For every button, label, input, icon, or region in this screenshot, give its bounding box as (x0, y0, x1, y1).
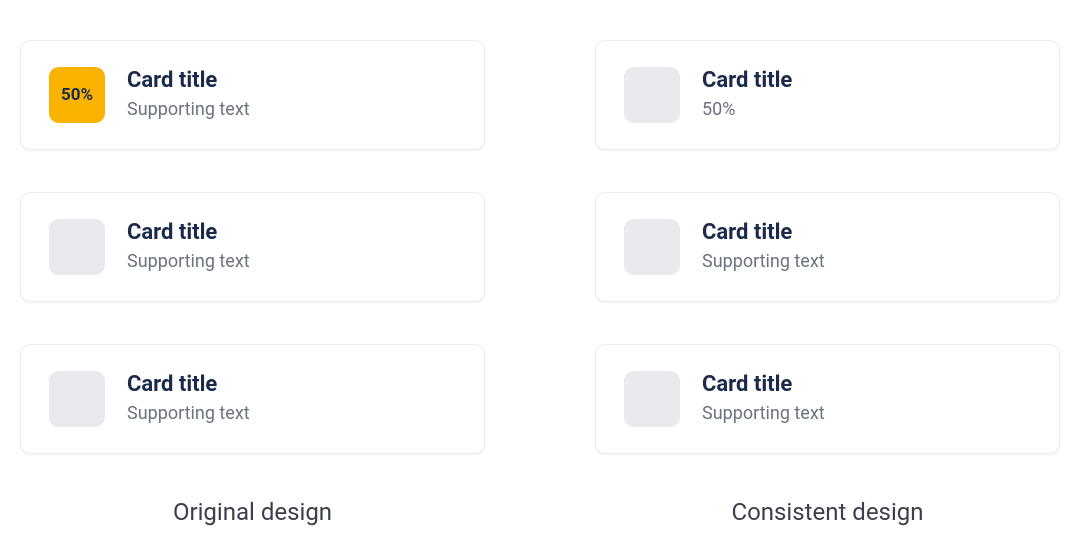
card-title: Card title (127, 69, 250, 93)
card-subtitle: Supporting text (127, 251, 250, 273)
card-text: Card title Supporting text (702, 221, 825, 273)
card-placeholder-icon (624, 219, 680, 275)
card-text: Card title Supporting text (127, 69, 250, 121)
card-subtitle: Supporting text (127, 403, 250, 425)
card-text: Card title 50% (702, 69, 792, 121)
card-subtitle: Supporting text (702, 403, 825, 425)
consistent-design-column: Card title 50% Card title Supporting tex… (595, 40, 1060, 526)
card-original-3[interactable]: Card title Supporting text (20, 344, 485, 454)
original-design-label: Original design (20, 498, 485, 526)
consistent-design-label: Consistent design (595, 498, 1060, 526)
original-design-column: 50% Card title Supporting text Card titl… (20, 40, 485, 526)
card-placeholder-icon (49, 371, 105, 427)
card-consistent-1[interactable]: Card title 50% (595, 40, 1060, 150)
card-consistent-2[interactable]: Card title Supporting text (595, 192, 1060, 302)
card-title: Card title (702, 373, 825, 397)
card-original-2[interactable]: Card title Supporting text (20, 192, 485, 302)
card-title: Card title (127, 221, 250, 245)
card-badge-text: 50% (61, 85, 93, 105)
card-text: Card title Supporting text (127, 373, 250, 425)
card-subtitle: Supporting text (702, 251, 825, 273)
card-subtitle: 50% (702, 99, 792, 121)
card-original-1[interactable]: 50% Card title Supporting text (20, 40, 485, 150)
card-placeholder-icon (624, 67, 680, 123)
card-subtitle: Supporting text (127, 99, 250, 121)
card-placeholder-icon (624, 371, 680, 427)
card-badge-icon: 50% (49, 67, 105, 123)
card-consistent-3[interactable]: Card title Supporting text (595, 344, 1060, 454)
card-placeholder-icon (49, 219, 105, 275)
card-text: Card title Supporting text (702, 373, 825, 425)
card-title: Card title (702, 69, 792, 93)
comparison-container: 50% Card title Supporting text Card titl… (20, 40, 1060, 526)
card-title: Card title (127, 373, 250, 397)
card-title: Card title (702, 221, 825, 245)
card-text: Card title Supporting text (127, 221, 250, 273)
